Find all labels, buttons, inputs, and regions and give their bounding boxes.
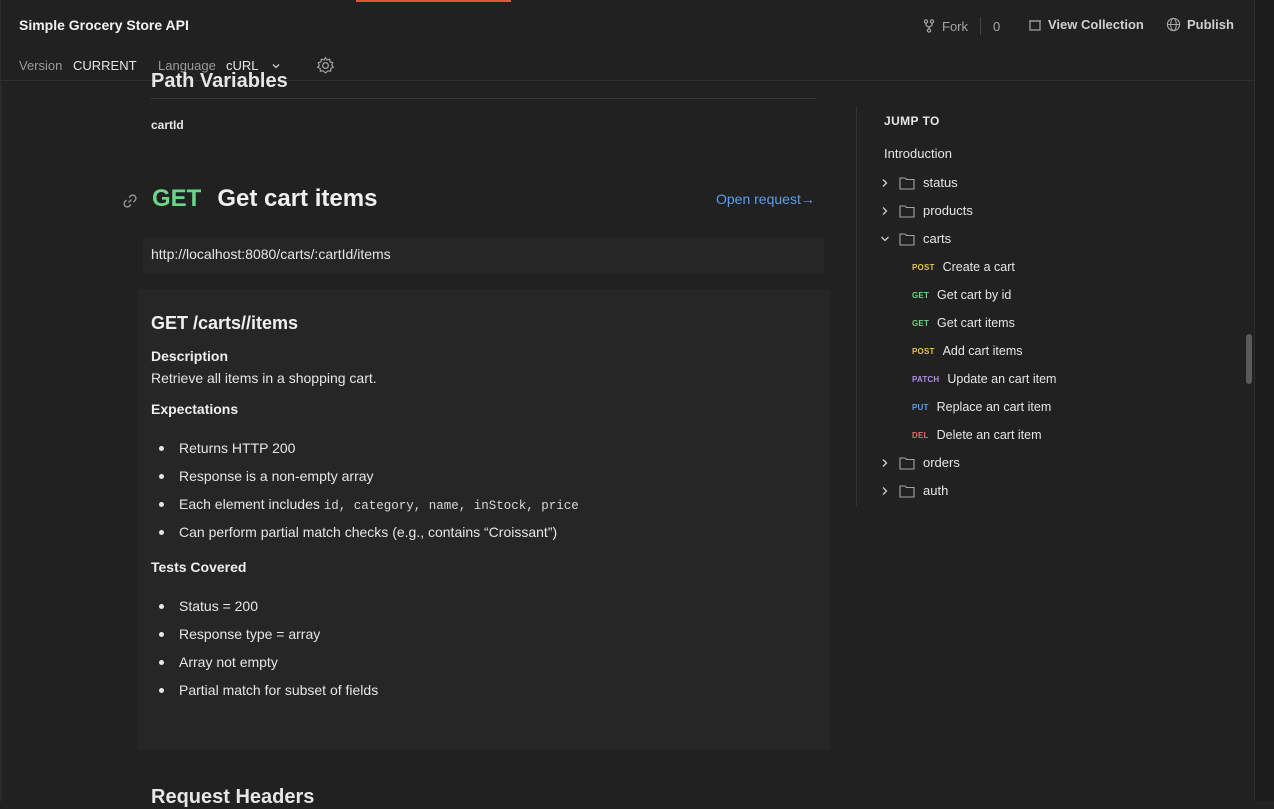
jump-request-delete-cart-item[interactable]: DEL Delete an cart item [912,428,1042,442]
view-collection-label: View Collection [1048,17,1144,32]
publish-label: Publish [1187,17,1234,32]
request-heading: GET Get cart items [152,185,377,213]
jump-introduction-link[interactable]: Introduction [884,146,952,161]
folder-label: carts [923,231,952,246]
request-label: Delete an cart item [936,428,1042,442]
request-headers-heading: Request Headers [151,786,315,808]
request-label: Create a cart [942,260,1015,274]
folder-products[interactable]: products [879,203,973,218]
list-item: Each element includes id, category, name… [159,494,579,522]
fork-divider [980,17,981,35]
collection-title: Simple Grocery Store API [19,17,189,33]
folder-auth[interactable]: auth [879,483,948,498]
method-badge: GET [912,318,930,328]
folder-status[interactable]: status [879,175,958,190]
jump-request-update-cart-item[interactable]: PATCH Update an cart item [912,372,1056,386]
list-item: Partial match for subset of fields [159,680,378,708]
folder-label: orders [923,455,960,470]
fork-icon [923,19,935,33]
method-badge: PUT [912,402,929,412]
left-border [0,81,2,801]
section-divider [151,98,816,99]
folder-icon [899,456,915,470]
folder-icon [899,232,915,246]
folder-label: status [923,175,958,190]
list-item: Status = 200 [159,596,378,624]
expectations-label: Expectations [151,401,239,417]
request-method: GET [152,185,202,212]
chevron-right-icon [882,458,888,467]
chevron-right-icon [882,206,888,215]
path-param-cartid: cartId [151,118,184,132]
jump-request-replace-cart-item[interactable]: PUT Replace an cart item [912,400,1051,414]
method-badge: POST [912,262,935,272]
path-variables-heading: Path Variables [151,70,288,92]
chevron-right-icon [882,178,888,187]
chevron-right-icon [882,486,888,495]
chevron-down-icon [272,63,279,68]
list-item: Returns HTTP 200 [159,438,579,466]
folder-orders[interactable]: orders [879,455,960,470]
active-tab-indicator [356,0,511,2]
tests-label: Tests Covered [151,559,247,575]
list-item: Response type = array [159,624,378,652]
fields-code: id, category, name, inStock, price [323,499,579,513]
jump-request-get-cart[interactable]: GET Get cart by id [912,288,1011,302]
jump-to-divider [856,106,857,506]
list-item-text: Each element includes [179,496,320,512]
fork-count: 0 [993,18,1001,34]
version-label: Version [19,58,63,73]
jump-request-create-cart[interactable]: POST Create a cart [912,260,1015,274]
jump-request-add-cart-items[interactable]: POST Add cart items [912,344,1022,358]
folder-icon [899,204,915,218]
folder-label: products [923,203,973,218]
description-text: Retrieve all items in a shopping cart. [151,370,377,386]
version-select[interactable]: CURRENT [73,58,137,73]
open-request-link[interactable]: Open request→ [716,191,815,207]
fork-label: Fork [942,18,968,34]
view-collection-button[interactable]: View Collection [1028,17,1144,32]
list-item: Array not empty [159,652,378,680]
request-name: Get cart items [217,185,378,212]
tests-list: Status = 200 Response type = array Array… [159,596,378,708]
scrollbar-track[interactable] [1254,0,1274,801]
settings-gear-icon[interactable] [316,56,335,75]
jump-request-get-cart-items[interactable]: GET Get cart items [912,316,1015,330]
method-badge: POST [912,346,935,356]
request-label: Add cart items [942,344,1023,358]
request-label: Replace an cart item [936,400,1052,414]
method-badge: DEL [912,430,929,440]
method-badge: GET [912,290,930,300]
list-item: Can perform partial match checks (e.g., … [159,522,579,550]
link-icon[interactable] [122,193,138,209]
collection-icon [1029,19,1041,31]
publish-button[interactable]: Publish [1166,17,1234,32]
fork-button[interactable]: Fork 0 [922,17,1000,35]
description-heading: GET /carts//items [151,313,299,333]
chevron-down-icon [881,236,889,241]
globe-icon [1166,17,1181,32]
method-badge: PATCH [912,374,940,384]
expectations-list: Returns HTTP 200 Response is a non-empty… [159,438,579,550]
folder-label: auth [923,483,949,498]
folder-icon [899,176,915,190]
description-label: Description [151,348,229,364]
folder-icon [899,484,915,498]
request-label: Get cart by id [937,288,1012,302]
request-label: Update an cart item [947,372,1057,386]
jump-to-title: JUMP TO [884,114,940,128]
request-url: http://localhost:8080/carts/:cartId/item… [143,237,824,273]
request-label: Get cart items [937,316,1015,330]
list-item: Response is a non-empty array [159,466,579,494]
scrollbar-thumb[interactable] [1246,334,1252,384]
folder-carts[interactable]: carts [879,231,951,246]
